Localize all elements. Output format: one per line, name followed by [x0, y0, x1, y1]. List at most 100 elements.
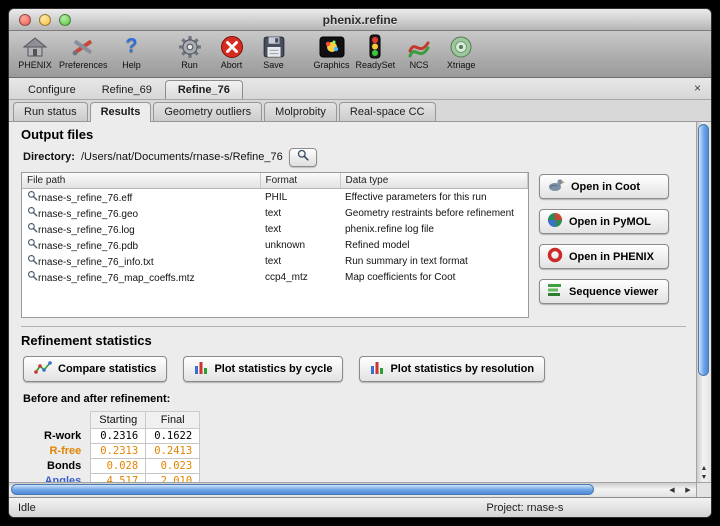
file-row[interactable]: rnase-s_refine_76_info.txt text Run summ…	[22, 253, 528, 269]
open-in-coot-button[interactable]: Open in Coot	[539, 174, 669, 199]
vertical-scroll-thumb[interactable]	[698, 124, 709, 376]
file-row[interactable]: rnase-s_refine_76.eff PHIL Effective par…	[22, 189, 528, 206]
abort-icon	[220, 33, 244, 60]
preferences-tools-icon	[70, 33, 96, 60]
compare-statistics-button[interactable]: Compare statistics	[23, 356, 167, 382]
sub-tab-bar: Run status Results Geometry outliers Mol…	[9, 100, 711, 122]
scroll-right-arrow-icon[interactable]: ▶	[685, 486, 690, 494]
button-label: Compare statistics	[58, 363, 156, 375]
file-action-buttons: Open in Coot Open in PyMOL Open in PHENI…	[539, 172, 669, 318]
before-after-label: Before and after refinement:	[23, 393, 686, 405]
toolbar-button-phenix[interactable]: PHENIX	[17, 33, 53, 70]
toolbar-label: ReadySet	[356, 60, 396, 70]
toolbar-label: Save	[263, 60, 284, 70]
file-name: rnase-s_refine_76.pdb	[38, 241, 138, 252]
toolbar-button-ncs[interactable]: NCS	[401, 33, 437, 70]
minimize-window-button[interactable]	[39, 14, 51, 26]
column-header-format[interactable]: Format	[260, 173, 340, 189]
phenix-home-icon	[22, 33, 48, 60]
refinement-statistics-section: Refinement statistics Compare statistics…	[21, 326, 686, 482]
project-label: Project: rnase-s	[486, 502, 563, 514]
open-in-pymol-button[interactable]: Open in PyMOL	[539, 209, 669, 234]
run-gear-icon	[178, 33, 202, 60]
column-header-data-type[interactable]: Data type	[340, 173, 528, 189]
tab-molprobity[interactable]: Molprobity	[264, 102, 337, 121]
file-name: rnase-s_refine_76.geo	[38, 209, 138, 220]
button-label: Open in Coot	[571, 181, 640, 193]
button-label: Open in PyMOL	[569, 216, 651, 228]
stat-name: R-work	[35, 429, 91, 444]
tab-refine-76[interactable]: Refine_76	[165, 80, 243, 99]
app-window: phenix.refine PHENIX Preferences ? Help …	[8, 8, 712, 518]
close-window-button[interactable]	[19, 14, 31, 26]
plot-by-resolution-button[interactable]: Plot statistics by resolution	[359, 356, 545, 382]
pymol-icon	[547, 212, 563, 231]
scrollbar-corner	[696, 483, 711, 497]
file-name: rnase-s_refine_76_info.txt	[38, 257, 154, 268]
file-format: unknown	[260, 237, 340, 253]
open-in-phenix-button[interactable]: Open in PHENIX	[539, 244, 669, 269]
file-name: rnase-s_refine_76_map_coeffs.mtz	[38, 273, 195, 284]
file-data-type: Run summary in text format	[340, 253, 528, 269]
toolbar-button-xtriage[interactable]: Xtriage	[443, 33, 479, 70]
stats-row-r-work: R-work 0.2316 0.1622	[35, 429, 200, 444]
toolbar-button-readyset[interactable]: ReadySet	[356, 33, 396, 70]
file-name: rnase-s_refine_76.eff	[38, 193, 132, 204]
zoom-window-button[interactable]	[59, 14, 71, 26]
xtriage-icon	[449, 33, 473, 60]
plot-by-cycle-button[interactable]: Plot statistics by cycle	[183, 356, 343, 382]
stat-starting-value: 4.517	[91, 474, 146, 483]
scroll-up-arrow-icon[interactable]: ▲	[701, 465, 708, 472]
statistics-buttons: Compare statistics Plot statistics by cy…	[23, 356, 686, 382]
file-row[interactable]: rnase-s_refine_76.pdb unknown Refined mo…	[22, 237, 528, 253]
sequence-viewer-button[interactable]: Sequence viewer	[539, 279, 669, 304]
vertical-scrollbar[interactable]: ▲ ▼	[696, 122, 711, 482]
output-files-heading: Output files	[21, 126, 686, 143]
toolbar-label: Help	[122, 60, 141, 70]
titlebar[interactable]: phenix.refine	[9, 9, 711, 31]
scroll-left-arrow-icon[interactable]: ◀	[669, 486, 674, 494]
search-icon	[27, 209, 38, 220]
toolbar: PHENIX Preferences ? Help Run Abort	[9, 31, 711, 78]
file-format: PHIL	[260, 189, 340, 206]
sequence-icon	[547, 283, 563, 300]
tab-real-space-cc[interactable]: Real-space CC	[339, 102, 436, 121]
toolbar-button-graphics[interactable]: Graphics	[314, 33, 350, 70]
tab-run-status[interactable]: Run status	[13, 102, 88, 121]
search-icon	[27, 241, 38, 252]
file-name: rnase-s_refine_76.log	[38, 225, 135, 236]
tab-results[interactable]: Results	[90, 102, 152, 122]
browse-directory-button[interactable]	[289, 148, 317, 167]
tab-configure[interactable]: Configure	[15, 80, 89, 99]
toolbar-button-help[interactable]: ? Help	[114, 33, 150, 70]
output-files-table: File path Format Data type rnase-s_refin…	[21, 172, 529, 318]
search-icon	[27, 273, 38, 284]
scroll-down-arrow-icon[interactable]: ▼	[701, 474, 708, 481]
stat-name: R-free	[35, 444, 91, 459]
file-row[interactable]: rnase-s_refine_76.log text phenix.refine…	[22, 221, 528, 237]
toolbar-button-preferences[interactable]: Preferences	[59, 33, 108, 70]
status-bar: Idle Project: rnase-s	[9, 497, 711, 517]
file-format: text	[260, 253, 340, 269]
traffic-light-icon	[368, 33, 382, 60]
file-data-type: Effective parameters for this run	[340, 189, 528, 206]
horizontal-scrollbar[interactable]	[9, 483, 664, 497]
toolbar-button-run[interactable]: Run	[172, 33, 208, 70]
stat-name: Angles	[35, 474, 91, 483]
tab-geometry-outliers[interactable]: Geometry outliers	[153, 102, 262, 121]
tab-refine-69[interactable]: Refine_69	[89, 80, 165, 99]
stat-starting-value: 0.2316	[91, 429, 146, 444]
toolbar-button-abort[interactable]: Abort	[214, 33, 250, 70]
help-icon: ?	[125, 33, 137, 60]
stat-name: Bonds	[35, 459, 91, 474]
toolbar-button-save[interactable]: Save	[256, 33, 292, 70]
toolbar-label: Graphics	[314, 60, 350, 70]
horizontal-scroll-thumb[interactable]	[11, 484, 594, 495]
close-tab-icon[interactable]: ×	[694, 81, 701, 95]
stat-final-value: 0.2413	[146, 444, 200, 459]
file-row[interactable]: rnase-s_refine_76.geo text Geometry rest…	[22, 205, 528, 221]
stat-final-value: 0.023	[146, 459, 200, 474]
column-header-file-path[interactable]: File path	[22, 173, 260, 189]
file-format: ccp4_mtz	[260, 269, 340, 285]
file-row[interactable]: rnase-s_refine_76_map_coeffs.mtz ccp4_mt…	[22, 269, 528, 285]
